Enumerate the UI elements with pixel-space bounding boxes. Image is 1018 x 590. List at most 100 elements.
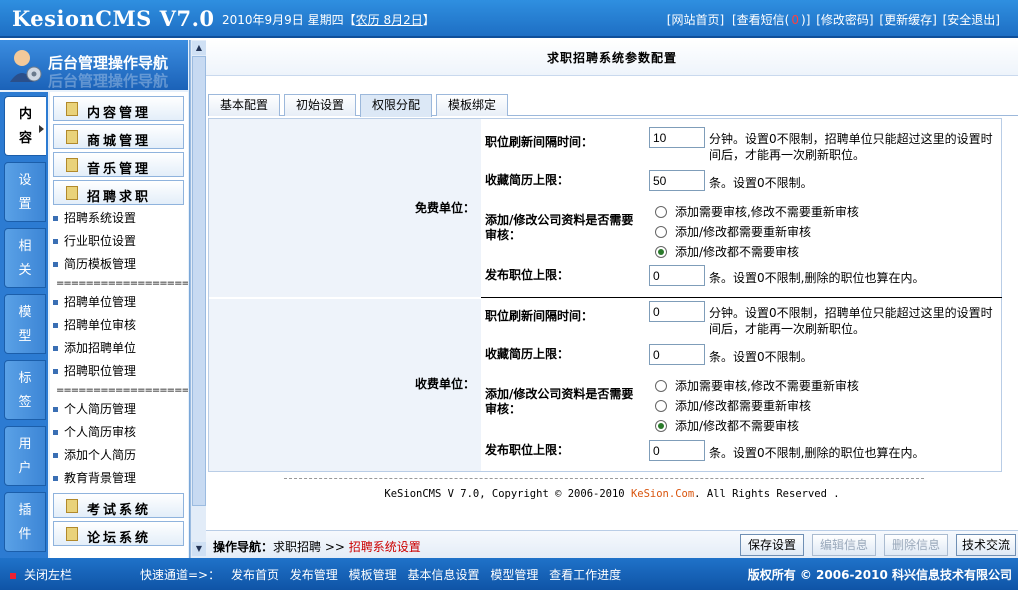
paid-review-label: 添加/修改公司资料是否需要审核：: [485, 387, 634, 416]
tab-model[interactable]: 模 型: [4, 294, 46, 354]
edit-info-button[interactable]: 编辑信息: [812, 534, 876, 556]
paid-fav-input[interactable]: [649, 344, 705, 365]
footer-copyright: 版权所有 © 2006-2010 科兴信息技术有限公司: [747, 568, 1012, 582]
menu-head-recruit[interactable]: 招聘求职: [53, 180, 184, 205]
tab-basic-config[interactable]: 基本配置: [208, 94, 280, 116]
menu-head-label: 音乐管理: [87, 162, 152, 177]
top-links: [网站首页] [查看短信(0)] [修改密码] [更新缓存] [安全退出]: [665, 11, 1000, 28]
tech-exchange-button[interactable]: 技术交流: [956, 534, 1016, 556]
home-link[interactable]: [网站首页]: [667, 13, 724, 27]
scroll-up-icon[interactable]: ▲: [192, 41, 206, 55]
menu-item-company-review[interactable]: 招聘单位审核: [53, 316, 136, 333]
folder-icon: [66, 102, 78, 116]
radio-label: 添加/修改都需要重新审核: [675, 225, 812, 239]
paid-unit-cell: 收费单位：: [209, 299, 481, 471]
tab-template-binding[interactable]: 模板绑定: [436, 94, 508, 116]
free-fav-note: 条。设置0不限制。: [709, 176, 813, 190]
menu-separator: ==================: [56, 278, 188, 289]
quick-link-basic-settings[interactable]: 基本信息设置: [407, 568, 479, 582]
close-left-panel-button[interactable]: 关闭左栏: [10, 566, 72, 583]
menu-item-job-manage[interactable]: 招聘职位管理: [53, 362, 136, 379]
quick-link-work-progress[interactable]: 查看工作进度: [549, 568, 621, 582]
free-refresh-input[interactable]: [649, 127, 705, 148]
menu-item-recruit-settings[interactable]: 招聘系统设置: [53, 209, 136, 226]
sidebar-scrollbar[interactable]: ▲ ▼: [190, 40, 206, 558]
breadcrumb-current: 招聘系统设置: [348, 540, 421, 554]
tab-plugins[interactable]: 插 件: [4, 492, 46, 552]
menu-item-resume-review[interactable]: 个人简历审核: [53, 423, 136, 440]
kesion-link[interactable]: KeSion.Com: [631, 488, 694, 500]
menu-head-forum[interactable]: 论坛系统: [53, 521, 184, 546]
logout-link[interactable]: [安全退出]: [943, 13, 1000, 27]
menu-head-shop[interactable]: 商城管理: [53, 124, 184, 149]
menu-head-label: 论坛系统: [87, 531, 152, 546]
folder-icon: [66, 527, 78, 541]
free-post-note: 条。设置0不限制,删除的职位也算在内。: [709, 271, 925, 285]
menu-item-education[interactable]: 教育背景管理: [53, 469, 136, 486]
quick-links: 快速通道=>： 发布首页 发布管理 模板管理 基本信息设置 模型管理 查看工作进…: [140, 566, 628, 583]
save-settings-button[interactable]: 保存设置: [740, 534, 804, 556]
paid-review-option-2[interactable]: 添加/修改都需要重新审核: [655, 397, 811, 414]
quick-link-publish-manage[interactable]: 发布管理: [290, 568, 338, 582]
menu-item-resume-templates[interactable]: 简历模板管理: [53, 255, 136, 272]
free-review-option-2[interactable]: 添加/修改都需要重新审核: [655, 223, 811, 240]
folder-icon: [66, 130, 78, 144]
folder-open-icon: [66, 186, 78, 200]
admin-avatar-icon: [10, 50, 42, 82]
free-post-input[interactable]: [649, 265, 705, 286]
free-fav-input[interactable]: [649, 170, 705, 191]
paid-review-option-1[interactable]: 添加需要审核,修改不需要重新审核: [655, 377, 859, 394]
quick-link-template-manage[interactable]: 模板管理: [349, 568, 397, 582]
free-review-option-3[interactable]: 添加/修改都不需要审核: [655, 243, 799, 260]
refresh-cache-link[interactable]: [更新缓存]: [879, 13, 936, 27]
menu-item-add-company[interactable]: 添加招聘单位: [53, 339, 136, 356]
nav-title: 后台管理操作导航 后台管理操作导航: [0, 40, 188, 90]
menu-head-content[interactable]: 内容管理: [53, 96, 184, 121]
lunar-date-link[interactable]: 农历 8月2日: [356, 13, 423, 27]
tab-users[interactable]: 用 户: [4, 426, 46, 486]
free-review-option-1[interactable]: 添加需要审核,修改不需要重新审核: [655, 203, 859, 220]
tab-labels-label: 标 签: [18, 371, 32, 410]
date-display: 2010年9月9日 星期四【农历 8月2日】: [222, 11, 435, 28]
radio-checked-icon: [655, 246, 667, 258]
copyright-text: KeSionCMS V 7.0, Copyright © 2006-2010: [384, 488, 631, 500]
message-count: 0: [791, 13, 800, 27]
quick-link-model-manage[interactable]: 模型管理: [490, 568, 538, 582]
menu-item-add-resume[interactable]: 添加个人简历: [53, 446, 136, 463]
menu-head-exam[interactable]: 考试系统: [53, 493, 184, 518]
tab-content[interactable]: 内 容: [4, 96, 46, 156]
tab-settings[interactable]: 设 置: [4, 162, 46, 222]
messages-link[interactable]: [查看短信(0)]: [730, 13, 810, 27]
paid-review-option-3[interactable]: 添加/修改都不需要审核: [655, 417, 799, 434]
scrollbar-thumb[interactable]: [192, 56, 206, 506]
operation-nav-bar: 操作导航：求职招聘 >> 招聘系统设置 保存设置 编辑信息 删除信息 技术交流: [206, 530, 1018, 558]
messages-link-label: [查看短信(: [732, 13, 790, 27]
paid-refresh-input[interactable]: [649, 301, 705, 322]
breadcrumb-label: 操作导航：: [213, 540, 274, 554]
menu-item-company-manage[interactable]: 招聘单位管理: [53, 293, 136, 310]
tab-permissions[interactable]: 权限分配: [360, 94, 432, 117]
paid-post-note: 条。设置0不限制,删除的职位也算在内。: [709, 446, 925, 460]
radio-unchecked-icon: [655, 400, 667, 412]
tab-labels[interactable]: 标 签: [4, 360, 46, 420]
copyright-line: KeSionCMS V 7.0, Copyright © 2006-2010 K…: [206, 488, 1018, 500]
paid-fav-label: 收藏简历上限：: [485, 347, 570, 361]
quick-link-publish-home[interactable]: 发布首页: [231, 568, 279, 582]
delete-info-button[interactable]: 删除信息: [884, 534, 948, 556]
footer-bar: 关闭左栏 快速通道=>： 发布首页 发布管理 模板管理 基本信息设置 模型管理 …: [0, 558, 1018, 590]
tab-initial-settings[interactable]: 初始设置: [284, 94, 356, 116]
menu-item-resume-manage[interactable]: 个人简历管理: [53, 400, 136, 417]
paid-post-input[interactable]: [649, 440, 705, 461]
menu-head-music[interactable]: 音乐管理: [53, 152, 184, 177]
menu-item-industry-jobs[interactable]: 行业职位设置: [53, 232, 136, 249]
free-refresh-label: 职位刷新间隔时间：: [485, 135, 594, 149]
breadcrumb: 操作导航：求职招聘 >> 招聘系统设置: [213, 538, 421, 555]
nav-title-reflection: 后台管理操作导航: [48, 72, 169, 90]
copyright-suffix: . All Rights Reserved .: [694, 488, 840, 500]
scroll-down-icon[interactable]: ▼: [192, 542, 206, 556]
change-password-link[interactable]: [修改密码]: [816, 13, 873, 27]
tab-related[interactable]: 相 关: [4, 228, 46, 288]
left-sidebar: 后台管理操作导航 后台管理操作导航 内 容 设 置 相 关 模 型 标 签 用 …: [0, 40, 190, 558]
config-tabs: 基本配置 初始设置 权限分配 模板绑定: [208, 94, 1018, 117]
paid-post-label: 发布职位上限：: [485, 443, 570, 457]
